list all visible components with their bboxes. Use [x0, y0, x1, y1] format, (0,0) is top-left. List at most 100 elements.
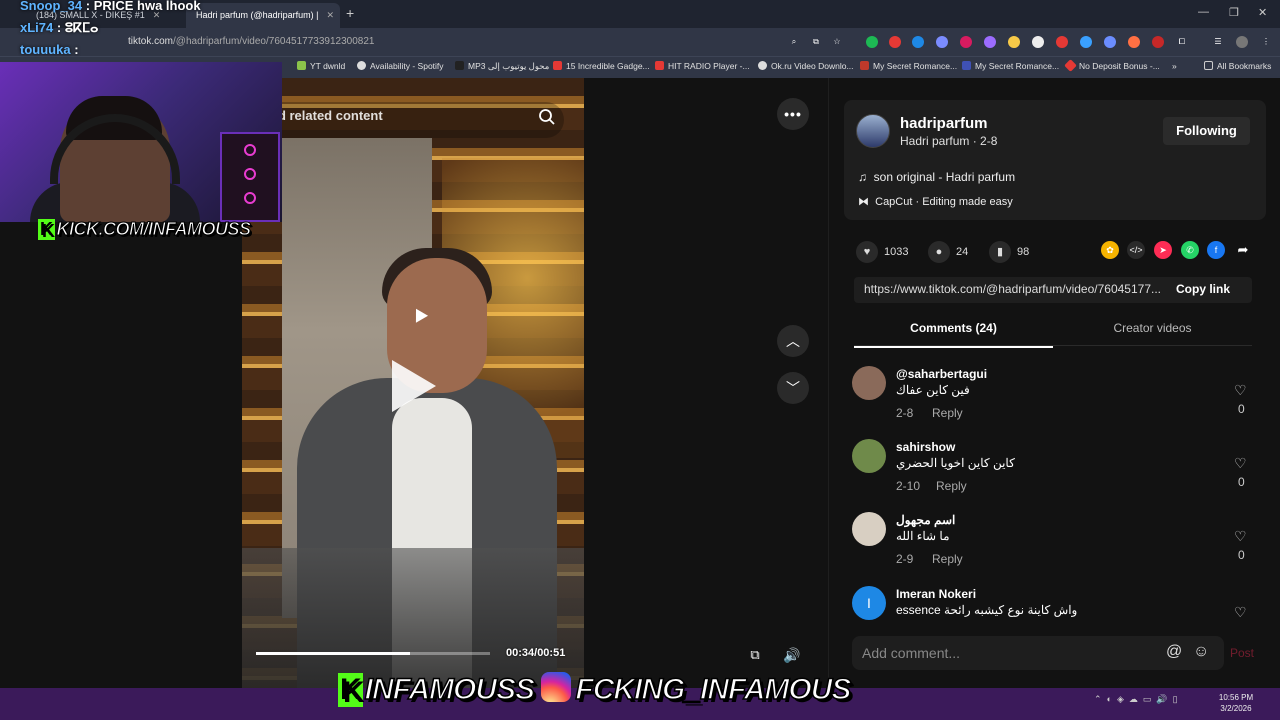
share-friends-icon[interactable]: ✿ [1101, 241, 1119, 259]
reading-list-icon[interactable]: ☰ [1212, 36, 1224, 48]
bookmark-item[interactable]: MP3 محول يوتيوب إلى [455, 61, 549, 72]
cast-icon[interactable]: ⧉ [810, 36, 822, 48]
extension-icon[interactable] [960, 36, 972, 48]
capcut-link[interactable]: ⧓ CapCut · Editing made easy [858, 195, 1013, 208]
zoom-icon[interactable]: ⌕ [788, 36, 800, 48]
commenter-name[interactable]: اسم مجهول [896, 513, 955, 527]
bookmark-star-icon[interactable]: ☆ [831, 36, 843, 48]
mention-icon[interactable]: @ [1166, 643, 1182, 661]
comment-like-heart-icon[interactable]: ♡ [1234, 382, 1247, 399]
play-icon[interactable] [392, 360, 436, 412]
close-icon[interactable]: ✕ [327, 10, 335, 20]
share-arrow-icon[interactable]: ➦ [1234, 241, 1252, 259]
reply-button[interactable]: Reply [936, 479, 967, 493]
embed-icon[interactable]: </> [1127, 241, 1145, 259]
comment-item: sahirshow كاين كاين اخويا الحضري 2-10 Re… [852, 439, 1252, 509]
post-button[interactable]: Post [1230, 646, 1254, 660]
video-player[interactable]: nd related content 00:34/00:51 [242, 78, 584, 688]
bookmark-label: My Secret Romance... [873, 61, 958, 71]
taskbar-clock[interactable]: 10:56 PM 3/2/2026 [1216, 692, 1256, 714]
comment-date: 2-8 [896, 406, 914, 420]
like-button[interactable]: ♥ 1033 [856, 241, 908, 263]
video-progress-bar[interactable] [256, 652, 490, 655]
commenter-avatar[interactable]: I [852, 586, 886, 620]
chat-username: xLi74 [20, 20, 54, 35]
capcut-icon: ⧓ [858, 196, 869, 208]
extension-icon[interactable] [1032, 36, 1044, 48]
bookmark-item[interactable]: Ok.ru Video Downlo... [758, 61, 854, 71]
author-avatar[interactable] [856, 114, 890, 148]
commenter-name[interactable]: @saharbertagui [896, 367, 987, 381]
following-button[interactable]: Following [1163, 117, 1250, 145]
volume-icon[interactable]: 🔊 [776, 639, 808, 671]
whatsapp-icon[interactable]: ✆ [1181, 241, 1199, 259]
emoji-icon[interactable]: ☺ [1193, 643, 1209, 661]
previous-video-button[interactable]: ︿ [777, 325, 809, 357]
pc-case [220, 132, 280, 222]
bookmark-item[interactable]: YT dwnld [297, 61, 345, 71]
bookmark-label: 15 Incredible Gadge... [566, 61, 650, 71]
window-close-icon[interactable]: ✕ [1258, 6, 1267, 19]
new-tab-icon[interactable]: + [346, 5, 354, 21]
extension-icon[interactable] [889, 36, 901, 48]
commenter-name[interactable]: sahirshow [896, 440, 955, 454]
bookmark-item[interactable]: My Secret Romance... [860, 61, 957, 71]
minimize-icon[interactable]: — [1198, 6, 1209, 18]
comment-count: 24 [956, 245, 969, 258]
picture-in-picture-icon[interactable]: ⧉ [739, 639, 771, 671]
restore-icon[interactable]: ❐ [1229, 6, 1239, 19]
reply-button[interactable]: Reply [932, 406, 963, 420]
bookmark-item[interactable]: No Deposit Bonus -... [1064, 59, 1160, 72]
extension-icon[interactable] [1128, 36, 1140, 48]
instagram-handle: FCKING_INFAMOUS [575, 672, 853, 707]
search-icon[interactable] [538, 108, 556, 126]
copy-link-button[interactable]: Copy link [1176, 282, 1230, 296]
extension-icon[interactable] [1152, 36, 1164, 48]
extension-icon[interactable] [984, 36, 996, 48]
comment-bubble-icon: ● [928, 241, 950, 263]
music-link[interactable]: ♫ son original - Hadri parfum [858, 170, 1015, 184]
tab-comments[interactable]: Comments (24) [854, 321, 1053, 348]
add-comment-placeholder: Add comment... [862, 645, 961, 661]
comment-like-heart-icon[interactable]: ♡ [1234, 528, 1247, 545]
youtube-icon [553, 61, 562, 70]
profile-avatar[interactable] [1236, 36, 1248, 48]
extension-icon[interactable] [1056, 36, 1068, 48]
extension-icon[interactable] [912, 36, 924, 48]
extension-icon[interactable] [1104, 36, 1116, 48]
share-link-text[interactable]: https://www.tiktok.com/@hadriparfum/vide… [864, 282, 1170, 296]
comment-button[interactable]: ● 24 [928, 241, 968, 263]
send-icon[interactable]: ➤ [1154, 241, 1172, 259]
author-handle[interactable]: hadriparfum [900, 115, 988, 132]
bookmark-item[interactable]: Availability - Spotify [357, 61, 444, 71]
commenter-name[interactable]: Imeran Nokeri [896, 587, 976, 601]
extension-icon[interactable] [936, 36, 948, 48]
commenter-avatar[interactable] [852, 366, 886, 400]
globe-icon [758, 61, 767, 70]
more-options-button[interactable]: ••• [777, 98, 809, 130]
save-button[interactable]: ▮ 98 [989, 241, 1029, 263]
commenter-avatar[interactable] [852, 439, 886, 473]
bookmark-item[interactable]: HIT RADIO Player -... [655, 61, 750, 71]
reply-button[interactable]: Reply [932, 552, 963, 566]
extension-icon[interactable] [866, 36, 878, 48]
comment-text: ما شاء الله [896, 529, 950, 543]
bookmark-item[interactable]: 15 Incredible Gadge... [553, 61, 650, 71]
extension-icon[interactable] [1080, 36, 1092, 48]
browser-menu-icon[interactable]: ⋮ [1260, 36, 1272, 48]
all-bookmarks[interactable]: All Bookmarks [1204, 61, 1271, 71]
chat-username: Snoop_34 [20, 0, 83, 13]
commenter-avatar[interactable] [852, 512, 886, 546]
facebook-icon[interactable]: f [1207, 241, 1225, 259]
comment-like-heart-icon[interactable]: ♡ [1234, 455, 1247, 472]
bookmark-label: Ok.ru Video Downlo... [771, 61, 854, 71]
system-tray[interactable]: ⌃ ◐ ◈ ☁ ▭ 🔊 ▯ [1094, 694, 1178, 705]
bookmark-item[interactable]: My Secret Romance... [962, 61, 1059, 71]
extensions-puzzle-icon[interactable]: ⧠ [1176, 36, 1188, 48]
comment-like-count: 0 [1238, 548, 1245, 562]
bookmarks-overflow[interactable]: » [1172, 61, 1177, 71]
extension-icon[interactable] [1008, 36, 1020, 48]
tab-creator-videos[interactable]: Creator videos [1053, 321, 1252, 335]
comment-like-heart-icon[interactable]: ♡ [1234, 604, 1247, 620]
next-video-button[interactable]: ﹀ [777, 372, 809, 404]
